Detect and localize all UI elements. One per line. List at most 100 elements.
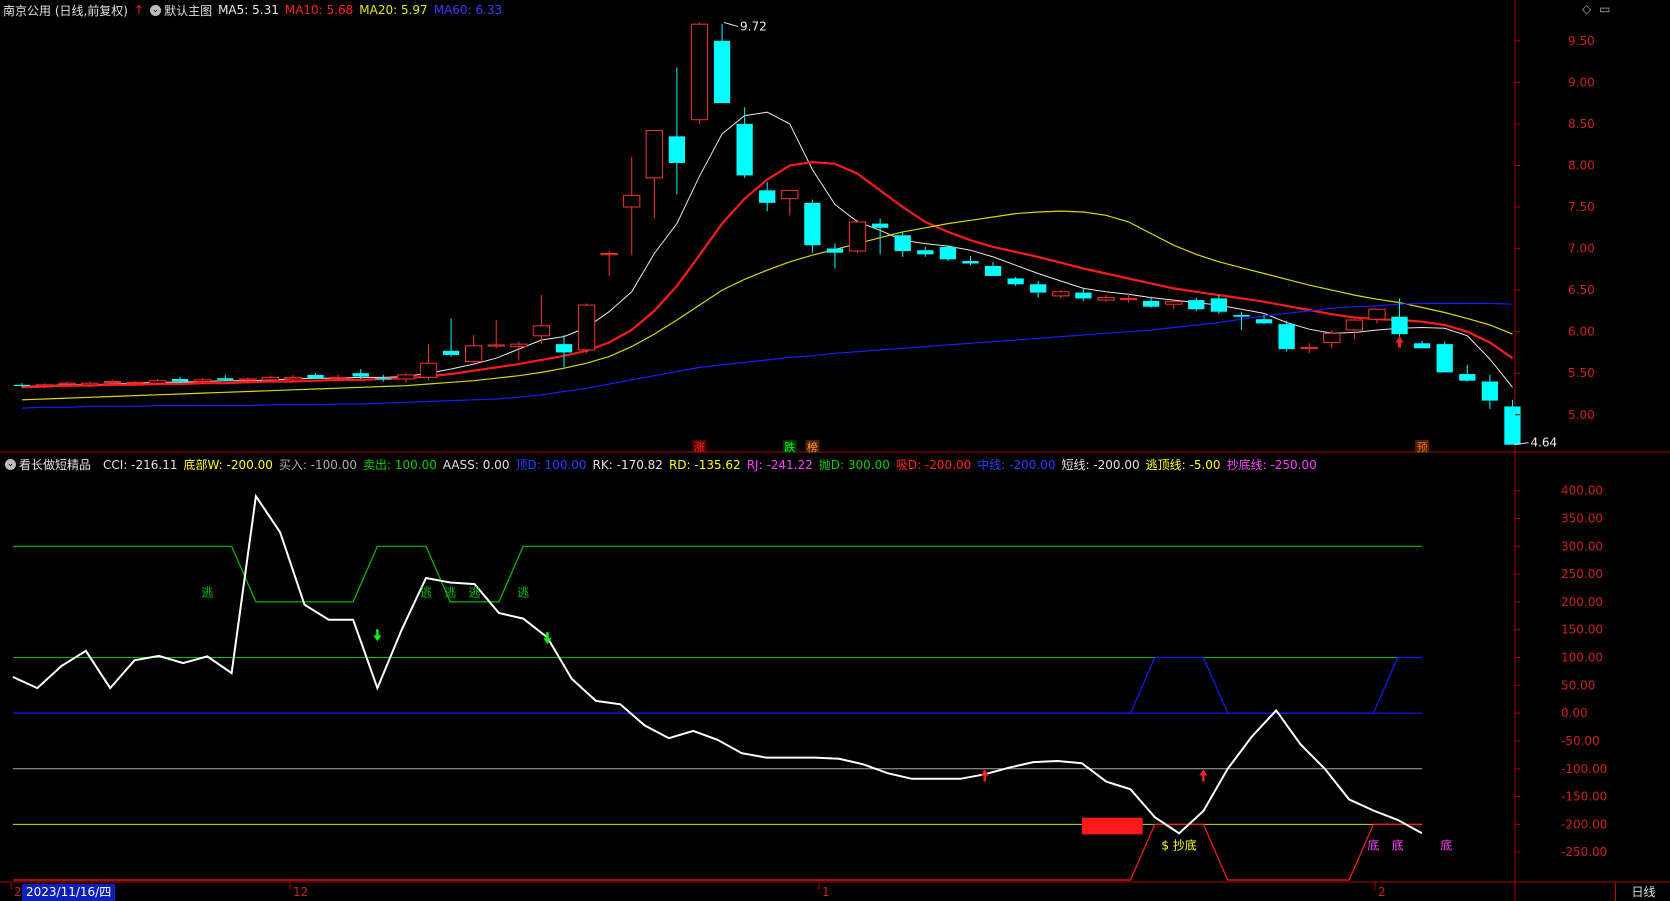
- ma5-label: MA5: 5.31: [218, 3, 279, 17]
- candle-body: [532, 325, 551, 337]
- indicator-value: AASS: 0.00: [442, 457, 510, 472]
- candle-body: [103, 381, 121, 384]
- candle-body: [1368, 308, 1386, 320]
- indicator-value: 抄底线: -250.00: [1226, 457, 1317, 472]
- candle-body: [826, 248, 844, 253]
- candle-body: [1436, 344, 1453, 373]
- ma10-label: MA10: 5.68: [284, 3, 354, 17]
- price-annotation: 9.72: [740, 19, 767, 33]
- candle-body: [555, 344, 573, 353]
- candle-body: [690, 23, 709, 121]
- candle-body: [894, 235, 911, 252]
- candle-body: [713, 40, 731, 104]
- candle-body: [962, 261, 979, 264]
- indicator-name[interactable]: 看长做短精品: [19, 456, 91, 473]
- candle-body: [1504, 406, 1521, 445]
- restore-icon[interactable]: ▭: [1599, 2, 1610, 16]
- candle: [1436, 341, 1453, 373]
- price-tick-label: 7.00: [1568, 242, 1595, 256]
- price-tick-label: 5.50: [1568, 366, 1595, 380]
- indicator-value: 抛D: 300.00: [818, 457, 890, 472]
- indicator-value: RD: -135.62: [668, 457, 741, 472]
- candle-body: [872, 223, 889, 228]
- price-tick-label: 8.50: [1568, 117, 1595, 131]
- signal-label: 跌: [784, 440, 795, 454]
- signal-text: 逃: [444, 585, 456, 599]
- signal-text: $ 抄底: [1161, 837, 1196, 852]
- price-tick-label: 6.50: [1568, 283, 1595, 297]
- candle-body: [1075, 292, 1092, 299]
- stock-title[interactable]: 南京公用 (日线,前复权): [3, 2, 128, 19]
- ind-tick-label: -250.00: [1561, 845, 1607, 859]
- candle-body: [419, 362, 438, 378]
- signal-text: 逃: [201, 585, 213, 599]
- candle-body: [804, 202, 821, 246]
- price-annotation: 4.64: [1530, 436, 1557, 450]
- candle-body: [1459, 374, 1476, 381]
- candle: [1278, 320, 1295, 352]
- candle-body: [352, 373, 369, 377]
- candle-body: [759, 190, 776, 203]
- price-tick-label: 5.00: [1568, 408, 1595, 422]
- candle-body: [1210, 298, 1228, 312]
- candle-body: [1165, 301, 1183, 305]
- candle-body: [1345, 319, 1364, 331]
- candle-body: [668, 136, 686, 163]
- candle-body: [1481, 381, 1498, 401]
- period-button[interactable]: 日线: [1615, 883, 1670, 901]
- candle-body: [58, 382, 76, 385]
- signal-text: 逃: [469, 585, 481, 599]
- ind-tick-label: 50.00: [1561, 678, 1595, 692]
- candle-body: [736, 123, 753, 176]
- indicator-value: 短线: -200.00: [1061, 457, 1140, 472]
- candle-body: [1233, 315, 1250, 317]
- candle: [848, 219, 867, 254]
- up-arrow-icon: ↑: [134, 3, 145, 17]
- ind-tick-label: -200.00: [1561, 817, 1607, 831]
- price-tick-label: 6.00: [1568, 325, 1595, 339]
- indicator-value: 中线: -200.00: [977, 457, 1056, 472]
- chevron-down-icon[interactable]: ⌄: [150, 4, 162, 16]
- candle: [577, 303, 596, 354]
- ind-tick-label: 100.00: [1561, 651, 1603, 665]
- candle-body: [1030, 284, 1047, 293]
- candle-body: [984, 265, 1002, 276]
- ind-tick-label: 350.00: [1561, 511, 1603, 525]
- chart-canvas[interactable]: 9.724.64涨跌榜预 逃逃逃逃逃$ 抄底底底底 5.005.506.006.…: [0, 0, 1670, 901]
- indicator-value: RJ: -241.22: [746, 457, 813, 472]
- indicator-value: 逃顶线: -5.00: [1145, 457, 1221, 472]
- candle-body: [81, 382, 99, 386]
- candle-body: [329, 376, 347, 380]
- signal-label: 涨: [694, 441, 705, 454]
- bottom-signal-block: [1081, 817, 1143, 835]
- ind-tick-label: -50.00: [1561, 734, 1600, 748]
- ma60-label: MA60: 6.33: [433, 3, 503, 17]
- main-chart-label[interactable]: 默认主图: [164, 2, 212, 19]
- signal-text: 底: [1392, 837, 1404, 852]
- signal-text: 底: [1440, 837, 1452, 852]
- signal-label: 预: [1417, 441, 1428, 454]
- candle-body: [623, 194, 641, 208]
- diamond-icon[interactable]: ◇: [1582, 2, 1591, 16]
- candle-body: [1413, 343, 1431, 349]
- indicator-value: 吸D: -200.00: [895, 457, 972, 472]
- candle-body: [397, 374, 415, 380]
- candle-body: [1142, 300, 1160, 307]
- time-tick-label: 2: [1378, 885, 1386, 899]
- candle-body: [1255, 319, 1273, 324]
- candle: [939, 245, 957, 262]
- main-chart-header: 南京公用 (日线,前复权) ↑ ⌄ 默认主图 MA5: 5.31 MA10: 5…: [0, 0, 508, 20]
- ma20-label: MA20: 5.97: [359, 3, 428, 17]
- ind-tick-label: 250.00: [1561, 567, 1603, 581]
- candle-body: [781, 189, 799, 200]
- candle-body: [1052, 291, 1070, 297]
- candle-body: [261, 376, 280, 381]
- candle-body: [465, 345, 483, 363]
- settings-icon[interactable]: ⌄: [5, 458, 16, 470]
- candle-body: [1300, 346, 1318, 350]
- candle-body: [13, 384, 31, 387]
- ind-tick-label: 200.00: [1561, 595, 1603, 609]
- candle-body: [1391, 316, 1408, 335]
- candle-body: [917, 250, 934, 255]
- price-tick-label: 9.00: [1568, 75, 1595, 89]
